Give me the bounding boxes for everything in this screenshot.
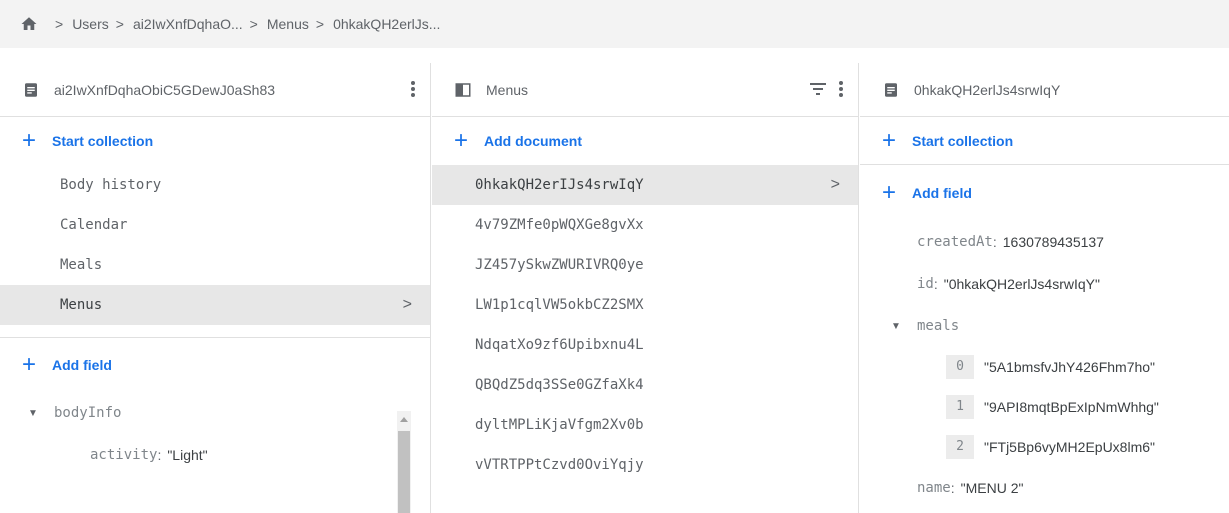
document-item[interactable]: dyltMPLiKjaVfgm2Xv0b — [432, 405, 858, 445]
field-key: id — [917, 276, 934, 292]
array-index: 2 — [946, 435, 974, 459]
field-meals[interactable]: ▼ meals — [860, 305, 1229, 347]
field-value: "9API8mqtBpExIpNmWhhg" — [984, 399, 1159, 415]
field-value: "FTj5Bp6vyMH2EpUx8lm6" — [984, 439, 1155, 455]
field-bodyinfo[interactable]: ▼ bodyInfo — [0, 392, 430, 434]
field-id[interactable]: id : "0hkakQH2erlJs4srwIqY" — [860, 263, 1229, 305]
panel-header: Menus — [432, 63, 858, 117]
field-key: name — [917, 480, 951, 496]
panel-title: Menus — [486, 81, 529, 98]
document-item[interactable]: 0hkakQH2erIJs4srwIqY > — [432, 165, 858, 205]
home-icon[interactable] — [20, 15, 38, 33]
field-value: 1630789435137 — [1002, 234, 1104, 250]
chevron-right-icon: > — [830, 176, 840, 193]
array-index: 0 — [946, 355, 974, 379]
document-item[interactable]: vVTRTPPtCzvd0OviYqjy — [432, 445, 858, 485]
menus-collection-panel: Menus + Add document 0hkakQH2erIJs4srwIq… — [432, 63, 859, 513]
field-key: createdAt — [917, 234, 993, 250]
plus-icon: + — [882, 126, 897, 154]
panel-header: 0hkakQH2erlJs4srwIqY — [860, 63, 1229, 117]
document-item[interactable]: LW1p1cqlVW5okbCZ2SMX — [432, 285, 858, 325]
filter-icon[interactable] — [810, 83, 826, 95]
document-icon — [25, 82, 37, 97]
breadcrumb-user-doc[interactable]: ai2IwXnfDqhaO... — [133, 16, 243, 32]
document-icon — [885, 82, 897, 97]
plus-icon: + — [22, 127, 37, 154]
scrollbar-thumb[interactable] — [398, 431, 410, 513]
plus-icon: + — [22, 351, 37, 378]
menu-document-panel: 0hkakQH2erlJs4srwIqY + Start collection … — [860, 63, 1229, 513]
add-field-label: Add field — [912, 185, 972, 201]
add-field-label: Add field — [52, 357, 112, 373]
panel-title: 0hkakQH2erlJs4srwIqY — [914, 81, 1061, 98]
field-key: activity — [90, 447, 158, 463]
document-id-label: LW1p1cqlVW5okbCZ2SMX — [475, 297, 644, 313]
more-vert-icon[interactable] — [410, 80, 416, 98]
expand-triangle-icon[interactable]: ▼ — [28, 408, 40, 419]
document-item[interactable]: JZ457ySkwZWURIVRQ0ye — [432, 245, 858, 285]
field-value: "Light" — [167, 447, 208, 463]
chevron-right-icon: > — [315, 16, 325, 32]
chevron-right-icon: > — [402, 296, 412, 313]
add-document-label: Add document — [484, 133, 583, 149]
document-id-label: NdqatXo9zf6Upibxnu4L — [475, 337, 644, 353]
document-list: 0hkakQH2erIJs4srwIqY >4v79ZMfe0pWQXGe8gvX… — [432, 165, 858, 485]
breadcrumb-users[interactable]: Users — [72, 16, 109, 32]
field-value: "0hkakQH2erlJs4srwIqY" — [943, 276, 1100, 292]
start-collection-label: Start collection — [52, 133, 154, 149]
add-document-button[interactable]: + Add document — [432, 117, 858, 165]
panel-header: ai2IwXnfDqhaObiC5GDewJ0aSh83 — [0, 63, 430, 117]
chevron-right-icon: > — [249, 16, 258, 32]
collection-item-label: Calendar — [60, 217, 128, 233]
scroll-up-arrow-icon[interactable] — [400, 417, 408, 422]
scrollbar[interactable] — [397, 411, 411, 513]
user-document-panel: ai2IwXnfDqhaObiC5GDewJ0aSh83 + Start col… — [0, 63, 431, 513]
panel-title: ai2IwXnfDqhaObiC5GDewJ0aSh83 — [54, 81, 276, 98]
plus-icon: + — [454, 127, 469, 154]
array-index: 1 — [946, 395, 974, 419]
breadcrumb-menu-doc[interactable]: 0hkakQH2erlJs... — [333, 16, 440, 32]
more-vert-icon[interactable] — [838, 80, 844, 98]
collection-item[interactable]: Body history — [0, 165, 430, 205]
collection-item[interactable]: Calendar — [0, 205, 430, 245]
plus-icon: + — [882, 179, 897, 206]
field-name[interactable]: name : "MENU 2" — [860, 467, 1229, 509]
field-createdat[interactable]: createdAt : 1630789435137 — [860, 221, 1229, 263]
add-field-button[interactable]: + Add field — [0, 338, 430, 392]
start-collection-button[interactable]: + Start collection — [860, 117, 1229, 165]
collection-item[interactable]: Meals — [0, 245, 430, 285]
document-id-label: QBQdZ5dq3SSe0GZfaXk4 — [475, 377, 644, 393]
document-item[interactable]: QBQdZ5dq3SSe0GZfaXk4 — [432, 365, 858, 405]
meal-array-item[interactable]: 0 "5A1bmsfvJhY426Fhm7ho" — [860, 347, 1229, 387]
breadcrumb: > Users > ai2IwXnfDqhaO... > Menus > 0hk… — [0, 0, 1229, 48]
document-id-label: 4v79ZMfe0pWQXGe8gvXx — [475, 217, 644, 233]
start-collection-label: Start collection — [912, 132, 1014, 149]
collection-icon — [455, 82, 471, 97]
meal-array-item[interactable]: 2 "FTj5Bp6vyMH2EpUx8lm6" — [860, 427, 1229, 467]
document-id-label: vVTRTPPtCzvd0OviYqjy — [475, 457, 644, 473]
meals-array: 0 "5A1bmsfvJhY426Fhm7ho" 1 "9API8mqtBpExIpN… — [860, 347, 1229, 467]
document-id-label: dyltMPLiKjaVfgm2Xv0b — [475, 417, 644, 433]
field-key: meals — [917, 318, 960, 334]
field-value: "5A1bmsfvJhY426Fhm7ho" — [984, 359, 1156, 375]
collection-item[interactable]: Menus > — [0, 285, 430, 325]
field-key: bodyInfo — [54, 405, 122, 421]
document-id-label: JZ457ySkwZWURIVRQ0ye — [475, 257, 644, 273]
collection-item-label: Menus — [60, 297, 103, 313]
document-id-label: 0hkakQH2erIJs4srwIqY — [475, 177, 644, 193]
start-collection-button[interactable]: + Start collection — [0, 117, 430, 165]
document-item[interactable]: NdqatXo9zf6Upibxnu4L — [432, 325, 858, 365]
chevron-right-icon: > — [115, 16, 124, 32]
field-activity[interactable]: activity : "Light" — [0, 434, 430, 476]
meal-array-item[interactable]: 1 "9API8mqtBpExIpNmWhhg" — [860, 387, 1229, 427]
expand-triangle-icon[interactable]: ▼ — [891, 321, 903, 332]
collection-list: Body history Calendar Meals Menus > — [0, 165, 430, 325]
breadcrumb-menus[interactable]: Menus — [267, 16, 309, 32]
collection-item-label: Meals — [60, 257, 103, 273]
field-value: "MENU 2" — [960, 480, 1024, 496]
chevron-right-icon: > — [55, 16, 64, 32]
document-item[interactable]: 4v79ZMfe0pWQXGe8gvXx — [432, 205, 858, 245]
add-field-button[interactable]: + Add field — [860, 165, 1229, 221]
collection-item-label: Body history — [60, 177, 162, 193]
